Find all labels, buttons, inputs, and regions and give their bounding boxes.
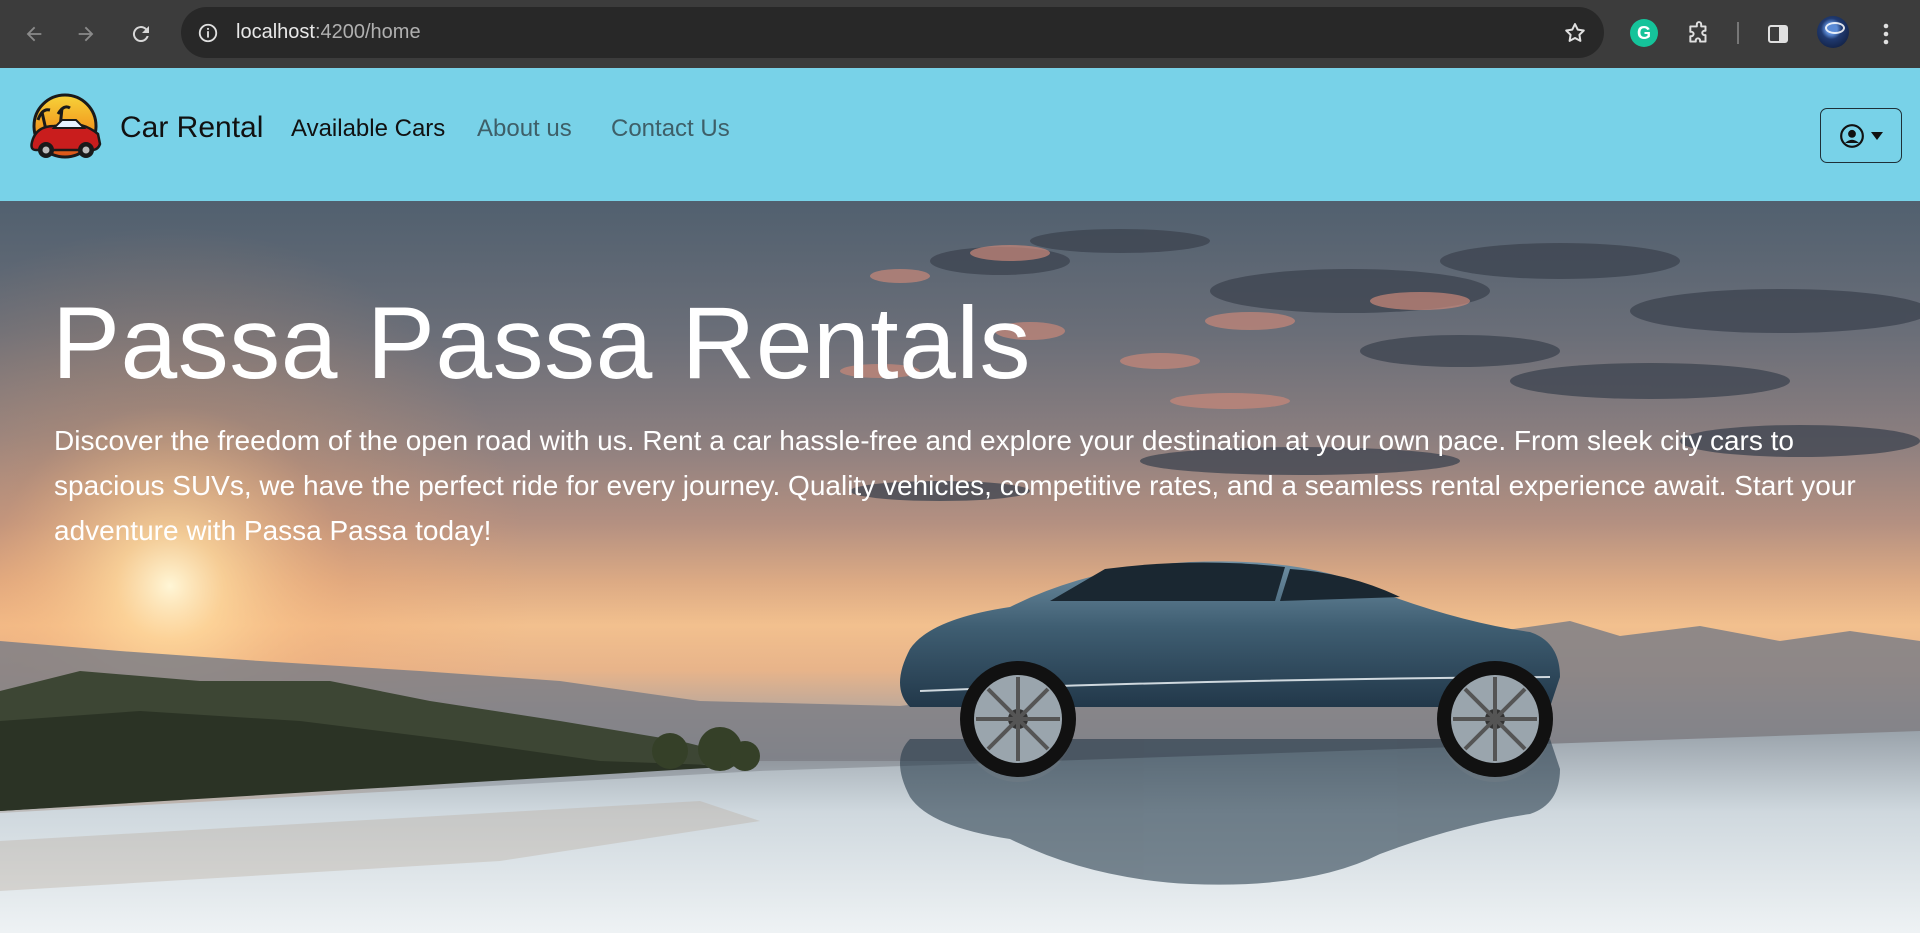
arrow-left-icon — [26, 26, 42, 42]
address-bar[interactable]: localhost:4200/home — [181, 7, 1604, 58]
reload-button[interactable] — [121, 14, 161, 54]
url-text[interactable]: localhost:4200/home — [236, 7, 421, 58]
forward-button[interactable] — [66, 14, 106, 54]
arrow-right-icon — [78, 26, 94, 42]
caret-down-icon — [1871, 131, 1883, 140]
extensions-puzzle-icon[interactable] — [1679, 14, 1719, 54]
url-host: localhost — [236, 21, 315, 43]
kebab-menu-icon[interactable] — [1866, 14, 1906, 54]
site-info-icon[interactable] — [195, 20, 221, 46]
profile-avatar[interactable] — [1817, 16, 1849, 48]
hero-banner: Passa Passa Rentals Discover the freedom… — [0, 201, 1920, 933]
nav-link-available-cars[interactable]: Available Cars — [291, 115, 445, 143]
toolbar-separator — [1737, 22, 1739, 44]
brand-name[interactable]: Car Rental — [120, 111, 263, 145]
user-circle-icon — [1840, 123, 1864, 148]
browser-toolbar: localhost:4200/home G — [0, 0, 1920, 68]
user-menu-button[interactable] — [1820, 108, 1902, 163]
car-wheel-front — [960, 661, 1076, 777]
hero-description: Discover the freedom of the open road wi… — [54, 425, 1856, 546]
site-navbar: Car Rental Available Cars About us Conta… — [0, 68, 1920, 201]
car-wheel-rear — [1437, 661, 1553, 777]
hero-title: Passa Passa Rentals — [52, 286, 1031, 400]
bookmark-star-icon[interactable] — [1560, 18, 1590, 48]
nav-link-about-us[interactable]: About us — [477, 115, 572, 143]
car-rental-logo[interactable] — [28, 92, 102, 166]
url-path: :4200/home — [314, 21, 421, 43]
side-panel-icon[interactable] — [1758, 14, 1798, 54]
grammarly-extension-icon[interactable]: G — [1630, 19, 1658, 47]
nav-link-contact-us[interactable]: Contact Us — [611, 115, 730, 143]
reload-icon — [132, 26, 149, 43]
back-button[interactable] — [14, 14, 54, 54]
